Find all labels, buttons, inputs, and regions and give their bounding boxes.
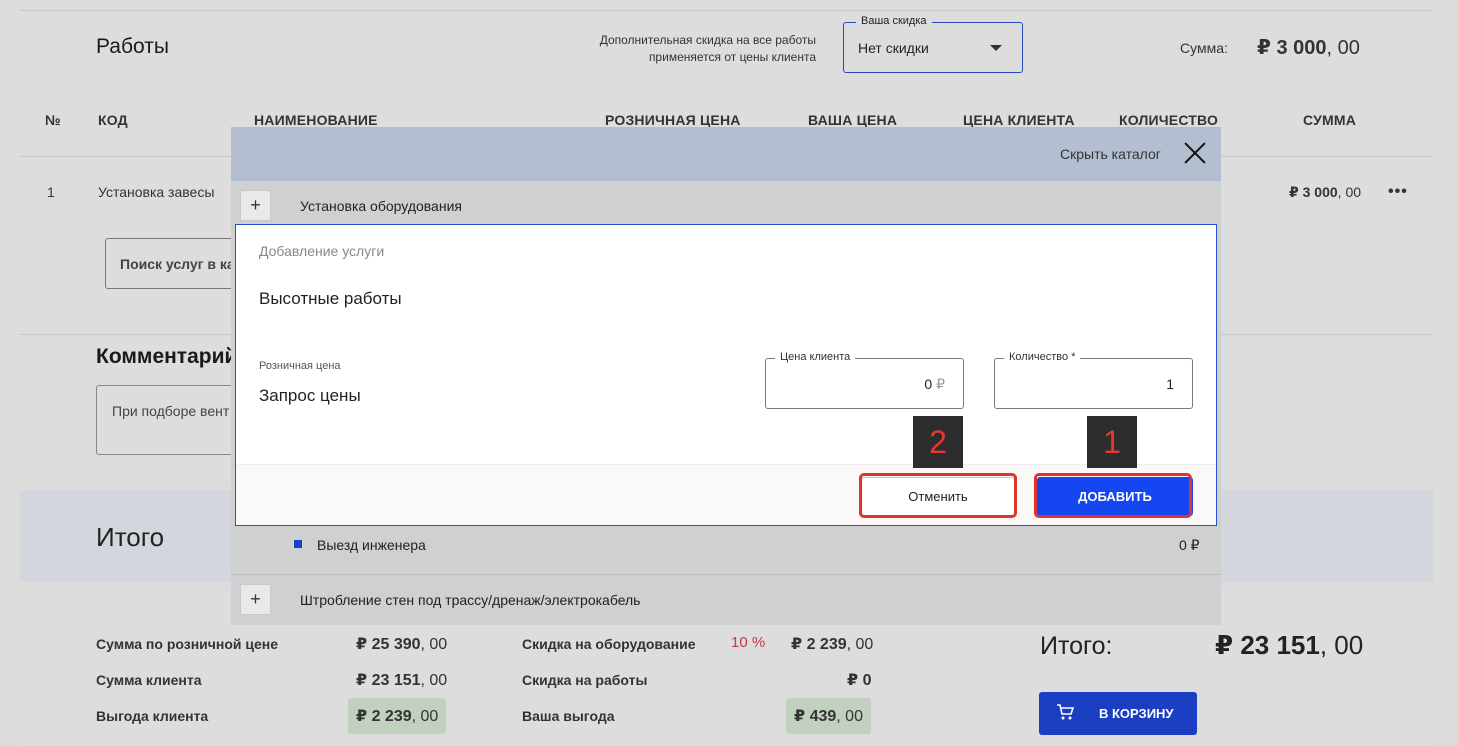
col-retail-price: РОЗНИЧНАЯ ЦЕНА <box>605 112 741 128</box>
equipment-discount-value: ₽ 2 239, 00 <box>791 636 874 653</box>
catalog-item-price: 0 ₽ <box>1179 537 1200 553</box>
add-to-cart-button[interactable]: В КОРЗИНУ <box>1039 692 1197 735</box>
retail-sum-label: Сумма по розничной цене <box>96 636 279 652</box>
col-code: КОД <box>98 112 128 128</box>
col-your-price: ВАША ЦЕНА <box>808 112 898 128</box>
your-benefit-value: ₽ 439, 00 <box>786 698 871 734</box>
client-price-legend: Цена клиента <box>775 351 856 363</box>
catalog-divider <box>231 574 1221 575</box>
grand-total-label: Итого: <box>1040 632 1113 660</box>
row-sum: ₽ 3 000, 00 <box>1289 184 1362 200</box>
ruble-unit: ₽ <box>936 376 945 392</box>
hide-catalog-link[interactable]: Скрыть каталог <box>1060 146 1161 162</box>
quantity-field[interactable]: Количество * 1 <box>994 351 1193 409</box>
row-number: 1 <box>47 184 55 200</box>
cart-icon <box>1056 703 1075 726</box>
total-title: Итого <box>96 522 165 552</box>
more-icon[interactable]: ••• <box>1388 183 1408 201</box>
col-sum: СУММА <box>1303 112 1357 128</box>
catalog-item-engineer-visit[interactable]: Выезд инженера <box>317 537 426 553</box>
discount-legend: Ваша скидка <box>856 15 932 27</box>
retail-price-value: Запрос цены <box>259 386 361 405</box>
catalog-header: Скрыть каталог <box>231 127 1221 181</box>
client-price-field[interactable]: Цена клиента 0 ₽ <box>765 351 964 409</box>
discount-select[interactable]: Ваша скидка Нет скидки <box>843 15 1023 73</box>
client-sum-label: Сумма клиента <box>96 672 202 688</box>
works-discount-label: Скидка на работы <box>522 672 648 688</box>
expand-group-button[interactable]: + <box>240 190 271 221</box>
step-badge-2: 2 <box>913 416 963 468</box>
col-number: № <box>45 112 61 128</box>
chevron-down-icon <box>990 45 1002 51</box>
client-benefit-label: Выгода клиента <box>96 708 209 724</box>
dialog-caption: Добавление услуги <box>259 243 385 259</box>
retail-sum-value: ₽ 25 390, 00 <box>356 636 448 653</box>
client-price-value: 0 <box>924 376 933 392</box>
bullet-icon <box>294 540 302 548</box>
col-client-price: ЦЕНА КЛИЕНТА <box>963 112 1075 128</box>
catalog-group-equipment-install[interactable]: Установка оборудования <box>300 198 462 214</box>
comment-title: Комментарий <box>96 345 238 368</box>
works-discount-value: ₽ 0 <box>847 672 872 689</box>
col-quantity: КОЛИЧЕСТВО <box>1119 112 1219 128</box>
close-icon[interactable] <box>1183 141 1207 165</box>
client-benefit-value: ₽ 2 239, 00 <box>348 698 447 734</box>
works-sum-value: ₽ 3 000, 00 <box>1257 37 1360 59</box>
equipment-discount-percent: 10 % <box>731 634 766 651</box>
client-sum-value: ₽ 23 151, 00 <box>356 672 448 689</box>
add-highlight <box>1034 473 1192 518</box>
col-name: НАИМЕНОВАНИЕ <box>254 112 378 128</box>
quantity-value: 1 <box>1166 376 1174 392</box>
expand-group-button[interactable]: + <box>240 584 271 615</box>
retail-price-label: Розничная цена <box>259 360 341 372</box>
equipment-discount-label: Скидка на оборудование <box>522 636 696 652</box>
discount-note: Дополнительная скидка на все работы прим… <box>599 33 816 64</box>
step-badge-1: 1 <box>1087 416 1137 468</box>
cancel-highlight <box>859 473 1017 518</box>
works-title: Работы <box>96 35 169 58</box>
quantity-legend: Количество * <box>1004 351 1081 363</box>
discount-value: Нет скидки <box>858 40 929 56</box>
add-to-cart-label: В КОРЗИНУ <box>1099 706 1174 721</box>
catalog-group-wall-chasing[interactable]: Штробление стен под трассу/дренаж/электр… <box>300 592 640 608</box>
row-name: Установка завесы <box>98 184 215 200</box>
dialog-title: Высотные работы <box>259 289 402 308</box>
grand-total-value: ₽ 23 151, 00 <box>1215 630 1364 660</box>
works-sum-label: Сумма: <box>1180 40 1228 56</box>
your-benefit-label: Ваша выгода <box>522 708 615 724</box>
